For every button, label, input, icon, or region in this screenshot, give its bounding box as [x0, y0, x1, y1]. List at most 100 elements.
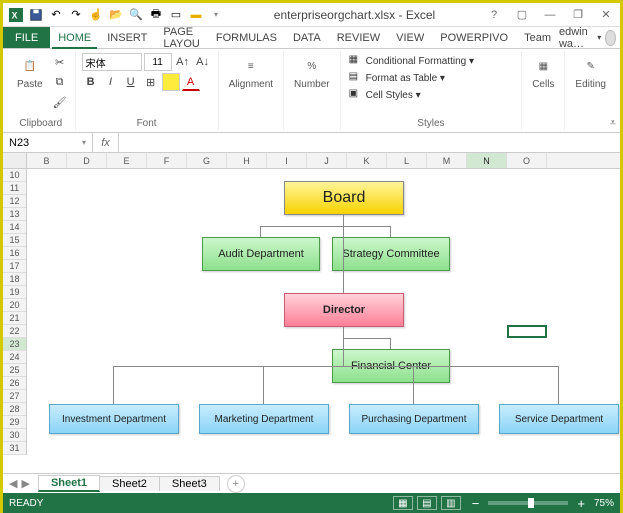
tab-formulas[interactable]: FORMULAS	[208, 27, 285, 48]
grid-canvas[interactable]: Board Audit Department Strategy Committee D…	[27, 169, 620, 473]
sheet-next-icon[interactable]: ▶	[21, 477, 29, 490]
zoom-out-button[interactable]: −	[469, 496, 483, 511]
conditional-formatting-button[interactable]: ▦Conditional Formatting ▾	[347, 53, 476, 69]
row-header-25[interactable]: 25	[3, 364, 26, 377]
qat-dropdown-icon[interactable]: ▾	[207, 6, 225, 24]
undo-icon[interactable]: ↶	[47, 6, 65, 24]
row-header-31[interactable]: 31	[3, 442, 26, 455]
ribbon-options-button[interactable]: ▢	[508, 4, 536, 26]
row-header-19[interactable]: 19	[3, 286, 26, 299]
zoom-in-button[interactable]: +	[574, 496, 588, 511]
org-node-marketing[interactable]: Marketing Department	[199, 404, 329, 434]
touch-mode-icon[interactable]: ☝	[87, 6, 105, 24]
font-name-select[interactable]: 宋体	[82, 53, 142, 71]
number-button[interactable]: % Number	[290, 53, 334, 92]
row-header-16[interactable]: 16	[3, 247, 26, 260]
col-header-M[interactable]: M	[427, 153, 467, 168]
sheet-prev-icon[interactable]: ◀	[9, 477, 17, 490]
bold-button[interactable]: B	[82, 73, 100, 91]
zoom-value[interactable]: 75%	[594, 498, 614, 509]
zoom-thumb[interactable]	[528, 498, 534, 508]
cell-styles-button[interactable]: ▣Cell Styles ▾	[347, 87, 476, 103]
col-header-B[interactable]: B	[27, 153, 67, 168]
row-header-13[interactable]: 13	[3, 208, 26, 221]
page-break-view-icon[interactable]: ▥	[441, 496, 461, 510]
restore-button[interactable]: ❐	[564, 4, 592, 26]
format-as-table-button[interactable]: ▤Format as Table ▾	[347, 70, 476, 86]
tab-powerpivot[interactable]: POWERPIVO	[432, 27, 516, 48]
open-icon[interactable]: 📂	[107, 6, 125, 24]
editing-button[interactable]: ✎Editing	[571, 53, 610, 92]
new-icon[interactable]: ▭	[167, 6, 185, 24]
col-header-E[interactable]: E	[107, 153, 147, 168]
org-node-board[interactable]: Board	[284, 181, 404, 215]
row-header-17[interactable]: 17	[3, 260, 26, 273]
row-header-11[interactable]: 11	[3, 182, 26, 195]
cells-button[interactable]: ▦Cells	[528, 53, 558, 92]
italic-button[interactable]: I	[102, 73, 120, 91]
row-header-27[interactable]: 27	[3, 390, 26, 403]
paste-button[interactable]: 📋 Paste	[13, 53, 47, 92]
font-size-select[interactable]: 11	[144, 53, 172, 71]
row-header-29[interactable]: 29	[3, 416, 26, 429]
row-header-26[interactable]: 26	[3, 377, 26, 390]
tab-page-layout[interactable]: PAGE LAYOU	[155, 27, 207, 48]
save-icon[interactable]	[27, 6, 45, 24]
row-header-30[interactable]: 30	[3, 429, 26, 442]
select-all-corner[interactable]	[3, 153, 27, 168]
row-header-18[interactable]: 18	[3, 273, 26, 286]
col-header-D[interactable]: D	[67, 153, 107, 168]
folder-icon[interactable]: ▬	[187, 6, 205, 24]
help-button[interactable]: ?	[480, 4, 508, 26]
border-button[interactable]: ⊞	[142, 73, 160, 91]
quick-print-icon[interactable]: 🖶	[147, 6, 165, 24]
user-area[interactable]: edwin wa… ▾	[559, 27, 622, 48]
font-color-button[interactable]: A	[182, 73, 200, 91]
org-node-audit[interactable]: Audit Department	[202, 237, 320, 271]
underline-button[interactable]: U	[122, 73, 140, 91]
collapse-ribbon-icon[interactable]: ⩡	[610, 117, 616, 130]
tab-home[interactable]: HOME	[50, 27, 99, 48]
tab-team[interactable]: Team	[516, 27, 559, 48]
row-header-21[interactable]: 21	[3, 312, 26, 325]
col-header-N[interactable]: N	[467, 153, 507, 168]
org-node-purchasing[interactable]: Purchasing Department	[349, 404, 479, 434]
tab-data[interactable]: DATA	[285, 27, 329, 48]
sheet-tab-3[interactable]: Sheet3	[159, 476, 220, 491]
tab-insert[interactable]: INSERT	[99, 27, 155, 48]
col-header-I[interactable]: I	[267, 153, 307, 168]
format-painter-icon[interactable]: 🖌	[51, 93, 69, 111]
add-sheet-button[interactable]: +	[227, 475, 245, 493]
page-layout-view-icon[interactable]: ▤	[417, 496, 437, 510]
col-header-L[interactable]: L	[387, 153, 427, 168]
close-button[interactable]: ✕	[592, 4, 620, 26]
col-header-G[interactable]: G	[187, 153, 227, 168]
cut-icon[interactable]: ✂	[51, 53, 69, 71]
tab-review[interactable]: REVIEW	[329, 27, 388, 48]
row-header-23[interactable]: 23	[3, 338, 26, 351]
org-node-strategy[interactable]: Strategy Committee	[332, 237, 450, 271]
normal-view-icon[interactable]: ▦	[393, 496, 413, 510]
col-header-J[interactable]: J	[307, 153, 347, 168]
org-node-service[interactable]: Service Department	[499, 404, 619, 434]
row-header-24[interactable]: 24	[3, 351, 26, 364]
sheet-tab-1[interactable]: Sheet1	[38, 475, 100, 492]
fill-color-button[interactable]	[162, 73, 180, 91]
row-header-20[interactable]: 20	[3, 299, 26, 312]
increase-font-icon[interactable]: A↑	[174, 53, 192, 71]
row-header-28[interactable]: 28	[3, 403, 26, 416]
name-box[interactable]: N23▾	[3, 133, 93, 152]
formula-input[interactable]	[119, 133, 620, 152]
zoom-slider[interactable]	[488, 501, 568, 505]
col-header-F[interactable]: F	[147, 153, 187, 168]
tab-view[interactable]: VIEW	[388, 27, 432, 48]
col-header-O[interactable]: O	[507, 153, 547, 168]
org-node-director[interactable]: Director	[284, 293, 404, 327]
col-header-H[interactable]: H	[227, 153, 267, 168]
col-header-K[interactable]: K	[347, 153, 387, 168]
copy-icon[interactable]: ⧉	[51, 73, 69, 91]
row-header-14[interactable]: 14	[3, 221, 26, 234]
decrease-font-icon[interactable]: A↓	[194, 53, 212, 71]
row-header-15[interactable]: 15	[3, 234, 26, 247]
org-node-invest[interactable]: Investment Department	[49, 404, 179, 434]
